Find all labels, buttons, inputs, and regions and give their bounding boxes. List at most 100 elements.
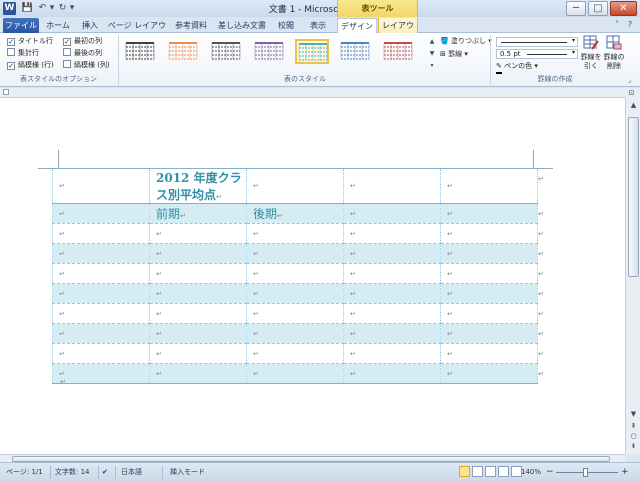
- undo-dropdown-icon[interactable]: ▾: [48, 2, 56, 15]
- table-style-thumbnail[interactable]: [166, 39, 200, 64]
- tab-design[interactable]: デザイン: [337, 18, 377, 34]
- table-row[interactable]: ↵ 前期↵ 後期↵ ↵ ↵ ↵: [52, 203, 544, 224]
- table-cell[interactable]: ↵: [149, 303, 247, 324]
- scroll-up-icon[interactable]: ▲: [628, 100, 639, 111]
- dialog-launcher-icon[interactable]: ⌟: [628, 75, 631, 86]
- document-page[interactable]: ↵ 2012 年度クラス別平均点↵ ↵ ↵ ↵ ↵ ↵ 前期↵ 後期↵ ↵ ↵ ↵ ↵ ↵ ↵ ↵ ↵ ↵ ↵ ↵ ↵ ↵…: [0, 97, 625, 454]
- table-cell[interactable]: ↵: [246, 283, 344, 304]
- page-count[interactable]: ページ: 1/1: [6, 466, 43, 479]
- table-cell[interactable]: ↵: [343, 363, 441, 384]
- table-cell[interactable]: 後期↵: [246, 203, 344, 224]
- scroll-down-icon[interactable]: ▼: [628, 409, 639, 420]
- maximize-button[interactable]: □: [588, 1, 608, 16]
- table-row[interactable]: ↵ ↵ ↵ ↵ ↵ ↵: [52, 303, 544, 324]
- web-layout-view-icon[interactable]: [485, 466, 496, 477]
- table-cell[interactable]: ↵: [52, 263, 150, 284]
- vertical-scrollbar[interactable]: ▲ ▼ ⇞ ○ ⇟: [625, 97, 640, 454]
- eraser-button[interactable]: 罫線の 削除: [603, 35, 625, 79]
- table-row[interactable]: ↵ ↵ ↵ ↵ ↵ ↵: [52, 263, 544, 284]
- tab-selector[interactable]: [3, 89, 9, 95]
- table-cell[interactable]: ↵: [343, 323, 441, 344]
- draw-table-button[interactable]: 罫線を 引く: [580, 35, 602, 79]
- table-cell[interactable]: ↵: [246, 363, 344, 384]
- option-banded-columns[interactable]: 縞模様 (列): [63, 60, 110, 71]
- tab-references[interactable]: 参考資料: [171, 18, 211, 33]
- table-cell[interactable]: ↵: [246, 168, 344, 204]
- outline-view-icon[interactable]: [498, 466, 509, 477]
- table-cell[interactable]: ↵: [52, 323, 150, 344]
- word-count[interactable]: 文字数: 14: [55, 466, 90, 479]
- table-cell[interactable]: ↵: [52, 343, 150, 364]
- zoom-in-icon[interactable]: +: [621, 466, 629, 479]
- table-style-thumbnail[interactable]: [209, 39, 243, 64]
- save-icon[interactable]: 💾: [21, 2, 34, 15]
- table-cell[interactable]: ↵ ↵: [440, 203, 544, 224]
- table-cell[interactable]: ↵: [246, 243, 344, 264]
- table-style-thumbnail[interactable]: [252, 39, 286, 64]
- checkbox-banded-rows[interactable]: ✓: [7, 62, 15, 70]
- table-cell[interactable]: ↵: [149, 363, 247, 384]
- customize-qat-icon[interactable]: ▾: [68, 2, 76, 15]
- option-banded-rows[interactable]: ✓ 縞模様 (行): [7, 60, 54, 71]
- checkbox-banded-columns[interactable]: [63, 60, 71, 68]
- table-cell[interactable]: ↵ ↵: [440, 323, 544, 344]
- table-style-thumbnail[interactable]: [295, 39, 329, 64]
- table-cell[interactable]: ↵: [246, 323, 344, 344]
- table-cell[interactable]: ↵: [149, 323, 247, 344]
- next-page-icon[interactable]: ⇟: [628, 441, 639, 452]
- option-first-column[interactable]: ✓ 最初の列: [63, 36, 102, 47]
- table-cell[interactable]: ↵: [149, 243, 247, 264]
- option-last-column[interactable]: 最後の列: [63, 48, 102, 59]
- tab-insert[interactable]: 挿入: [77, 18, 103, 33]
- tab-layout[interactable]: レイアウト: [378, 18, 418, 45]
- table-cell[interactable]: ↵ ↵: [440, 223, 544, 244]
- table-cell[interactable]: ↵: [52, 363, 150, 384]
- table-cell[interactable]: ↵: [52, 223, 150, 244]
- checkbox-first-column[interactable]: ✓: [63, 38, 71, 46]
- table-cell[interactable]: ↵: [52, 203, 150, 224]
- table-cell[interactable]: ↵ ↵: [440, 168, 544, 204]
- tab-home[interactable]: ホーム: [43, 18, 73, 33]
- table-cell[interactable]: ↵: [343, 243, 441, 264]
- scroll-thumb[interactable]: [628, 117, 639, 277]
- table-row[interactable]: ↵ ↵ ↵ ↵ ↵ ↵: [52, 343, 544, 364]
- table-cell[interactable]: ↵: [343, 283, 441, 304]
- table-cell[interactable]: ↵: [343, 168, 441, 204]
- zoom-slider-thumb[interactable]: [583, 468, 588, 477]
- table-style-thumbnail[interactable]: [338, 39, 372, 64]
- table-cell[interactable]: ↵: [343, 203, 441, 224]
- table-cell[interactable]: ↵: [52, 243, 150, 264]
- checkbox-total-row[interactable]: [7, 48, 15, 56]
- line-weight-select[interactable]: 0.5 pt ▾: [496, 49, 578, 59]
- proofing-icon[interactable]: ✔: [102, 466, 108, 479]
- table-row[interactable]: ↵ ↵ ↵ ↵ ↵ ↵: [52, 243, 544, 264]
- gallery-down-icon[interactable]: ▼: [428, 48, 436, 59]
- table-cell[interactable]: ↵: [246, 263, 344, 284]
- borders-button[interactable]: ⊞ 罫線 ▾: [440, 49, 468, 60]
- table-cell[interactable]: ↵ ↵: [440, 263, 544, 284]
- table-cell[interactable]: ↵: [149, 223, 247, 244]
- table-row[interactable]: ↵ ↵ ↵ ↵ ↵ ↵: [52, 223, 544, 244]
- table-cell[interactable]: ↵: [149, 263, 247, 284]
- gallery-up-icon[interactable]: ▲: [428, 36, 436, 47]
- checkbox-last-column[interactable]: [63, 48, 71, 56]
- insert-mode[interactable]: 挿入モード: [170, 466, 205, 479]
- table-row[interactable]: ↵ ↵ ↵ ↵ ↵ ↵: [52, 363, 544, 384]
- table-cell[interactable]: 前期↵: [149, 203, 247, 224]
- print-layout-view-icon[interactable]: [459, 466, 470, 477]
- document-table[interactable]: ↵ 2012 年度クラス別平均点↵ ↵ ↵ ↵ ↵ ↵ 前期↵ 後期↵ ↵ ↵ ↵ ↵ ↵ ↵ ↵ ↵ ↵ ↵ ↵ ↵ ↵…: [52, 168, 544, 384]
- table-style-thumbnail[interactable]: [381, 39, 415, 64]
- table-style-thumbnail[interactable]: [123, 39, 157, 64]
- tab-review[interactable]: 校閲: [273, 18, 299, 33]
- table-cell[interactable]: ↵: [149, 283, 247, 304]
- line-style-select[interactable]: ▾: [496, 37, 578, 47]
- table-cell[interactable]: ↵ ↵: [440, 283, 544, 304]
- horizontal-scrollbar[interactable]: [0, 454, 625, 462]
- table-cell[interactable]: ↵: [246, 343, 344, 364]
- table-cell[interactable]: ↵ ↵: [440, 363, 544, 384]
- gallery-more-icon[interactable]: ▾: [428, 60, 436, 71]
- table-cell[interactable]: ↵: [246, 223, 344, 244]
- full-screen-reading-view-icon[interactable]: [472, 466, 483, 477]
- close-button[interactable]: ✕: [610, 1, 637, 16]
- word-app-icon[interactable]: W: [3, 2, 16, 15]
